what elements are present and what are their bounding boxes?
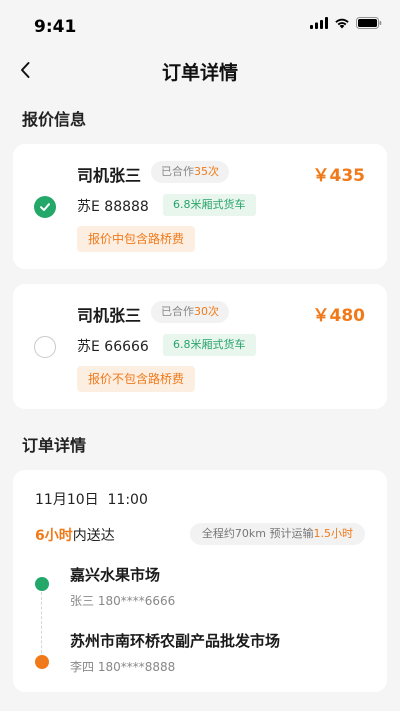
quote-section-title: 报价信息 [22,110,87,129]
page-title: 订单详情 [161,62,238,84]
cooperation-badge: 已合作30次 [151,301,229,323]
quote-price: ￥435 [312,166,366,186]
status-icons [310,17,382,29]
quote-card[interactable]: 司机张三 已合作30次 ￥480 苏E 66666 6.8米厢式货车 报价不包含… [13,284,387,409]
radio-unchecked[interactable] [34,336,56,358]
truck-type-tag: 6.8米厢式货车 [163,334,256,356]
dropoff-location: 苏州市南环桥农副产品批发市场 [70,632,281,650]
truck-type-tag: 6.8米厢式货车 [163,194,256,216]
order-datetime: 11月10日 11:00 [35,492,148,508]
pickup-location: 嘉兴水果市场 [70,566,161,584]
toll-fee-tag: 报价中包含路桥费 [77,226,196,252]
driver-name: 司机张三 [77,166,142,185]
check-icon [40,203,50,211]
delivery-hours: 6小时 [35,528,73,544]
nav-bar: 订单详情 [0,52,400,88]
route-connector [41,592,42,658]
driver-name: 司机张三 [77,306,142,325]
dropoff-dot-icon [35,655,49,669]
order-detail-card: 11月10日 11:00 6小时内送达 全程约70km 预计运输1.5小时 嘉兴… [13,470,387,692]
delivery-time: 6小时内送达 [35,525,115,545]
battery-icon [356,17,382,29]
route-distance: 全程约70km 预计运输 [201,527,314,540]
radio-checked[interactable] [34,196,56,218]
license-plate: 苏E 66666 [77,339,149,355]
status-time: 9:41 [34,17,77,37]
license-plate: 苏E 88888 [77,199,149,215]
delivery-suffix: 内送达 [72,528,115,544]
pickup-contact: 张三 180****6666 [70,594,176,608]
wifi-icon [335,18,349,29]
cooperation-count: 35次 [194,165,219,178]
signal-icon [310,17,328,29]
quote-price: ￥480 [312,306,366,326]
order-section-title: 订单详情 [22,436,87,455]
route-duration: 1.5小时 [313,527,354,540]
status-bar: 9:41 [0,0,400,54]
cooperation-label: 已合作 [161,165,194,178]
dropoff-contact: 李四 180****8888 [70,660,176,674]
toll-fee-tag: 报价不包含路桥费 [77,366,196,392]
cooperation-count: 30次 [194,305,219,318]
cooperation-label: 已合作 [161,305,194,318]
quote-card[interactable]: 司机张三 已合作35次 ￥435 苏E 88888 6.8米厢式货车 报价中包含… [13,144,387,269]
route-info-badge: 全程约70km 预计运输1.5小时 [189,523,365,545]
pickup-dot-icon [35,577,49,591]
cooperation-badge: 已合作35次 [151,161,229,183]
